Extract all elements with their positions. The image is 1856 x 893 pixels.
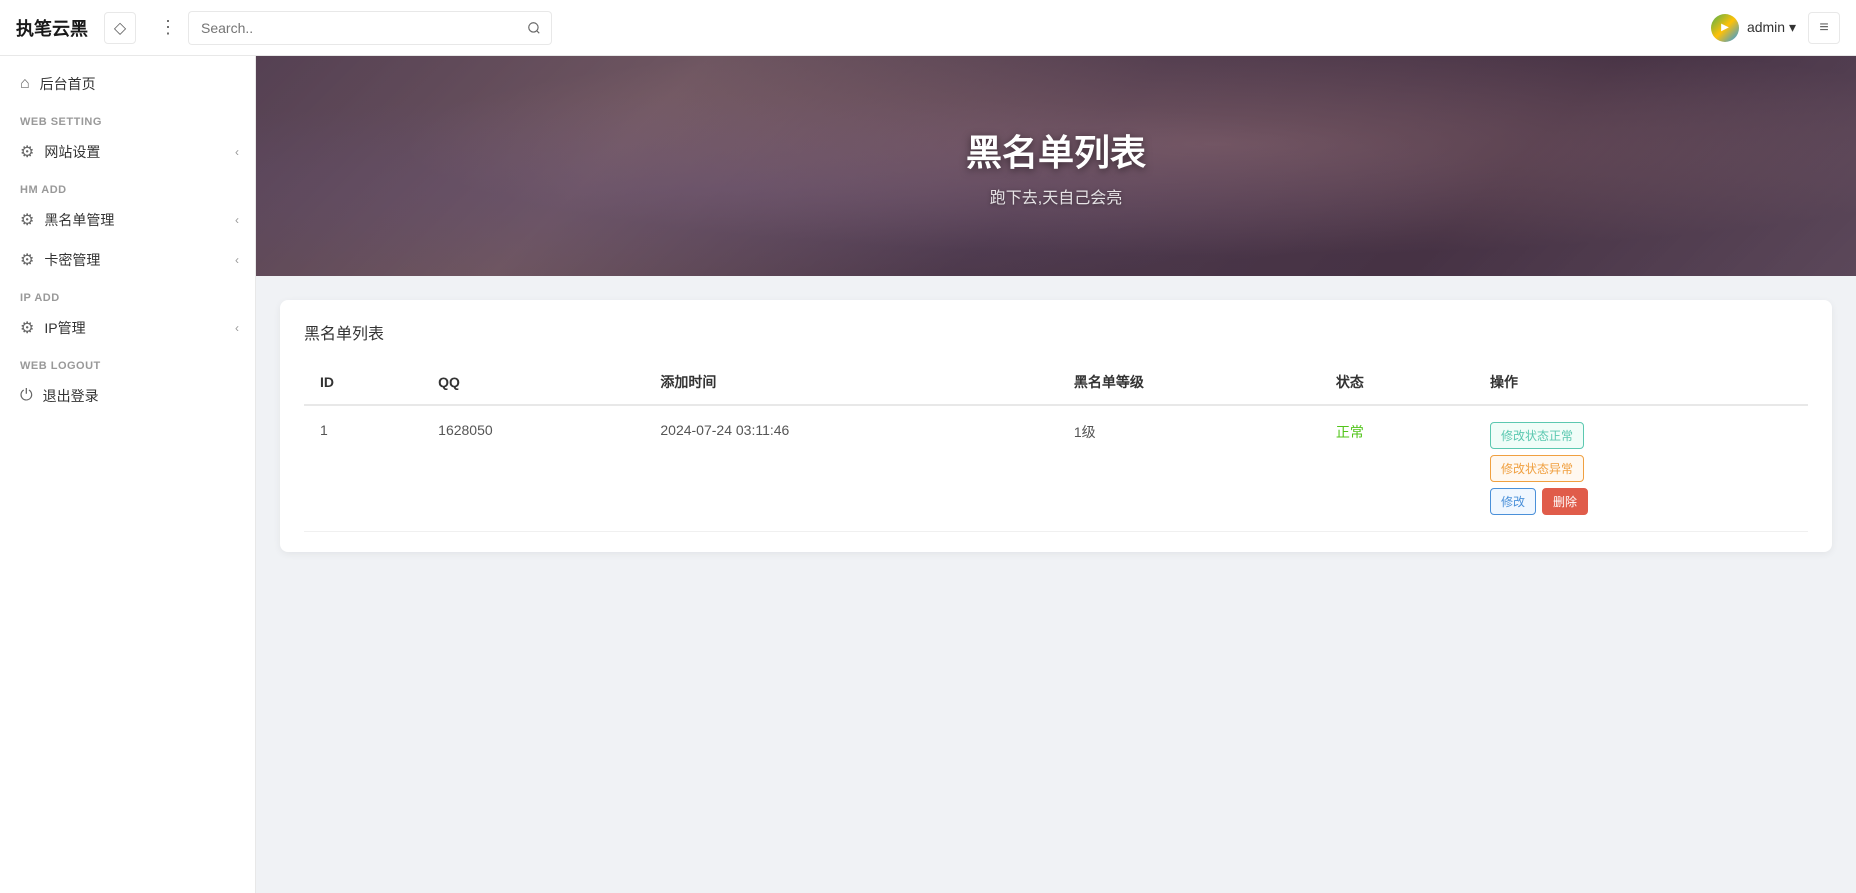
main-layout: ⌂ 后台首页 WEB SETTING ⚙ 网站设置 ‹ HM ADD ⚙ 黑名单… — [0, 56, 1856, 893]
app-logo: 执笔云黑 — [16, 15, 88, 41]
sidebar-item-ip-label: IP管理 — [44, 318, 85, 338]
sidebar-item-blacklist-label: 黑名单管理 — [44, 210, 114, 230]
avatar: ▶ — [1711, 14, 1739, 42]
sidebar-item-home[interactable]: ⌂ 后台首页 — [0, 64, 255, 104]
section-hm-add: HM ADD — [0, 172, 255, 200]
cell-id: 1 — [304, 405, 422, 532]
section-ip-add: IP ADD — [0, 280, 255, 308]
sidebar: ⌂ 后台首页 WEB SETTING ⚙ 网站设置 ‹ HM ADD ⚙ 黑名单… — [0, 56, 256, 893]
gear-icon-2: ⚙ — [20, 210, 34, 230]
search-input[interactable] — [188, 11, 516, 45]
blacklist-table-card: 黑名单列表 ID QQ 添加时间 黑名单等级 状态 操作 1 162805 — [280, 300, 1832, 552]
gear-icon-3: ⚙ — [20, 250, 34, 270]
section-web-logout: WEB LOGOUT — [0, 348, 255, 376]
search-icon — [527, 21, 541, 35]
btn-row-edit-delete: 修改 删除 — [1490, 488, 1792, 515]
btn-delete[interactable]: 删除 — [1542, 488, 1588, 515]
sidebar-item-website-settings-label: 网站设置 — [44, 142, 100, 162]
banner: 黑名单列表 跑下去,天自己会亮 — [256, 56, 1856, 276]
banner-subtitle: 跑下去,天自己会亮 — [990, 184, 1122, 208]
topbar-right: ▶ admin ▾ ≡ — [1711, 12, 1840, 44]
chevron-right-icon-1: ‹ — [235, 145, 239, 159]
blacklist-table: ID QQ 添加时间 黑名单等级 状态 操作 1 1628050 2024-07… — [304, 360, 1808, 532]
water-drop-button[interactable]: ◇ — [104, 12, 136, 44]
cell-level: 1级 — [1058, 405, 1320, 532]
cell-status: 正常 — [1320, 405, 1474, 532]
sidebar-item-home-label: 后台首页 — [40, 74, 96, 94]
col-level: 黑名单等级 — [1058, 360, 1320, 405]
sidebar-item-blacklist-manage[interactable]: ⚙ 黑名单管理 ‹ — [0, 200, 255, 240]
user-menu[interactable]: ▶ admin ▾ — [1711, 14, 1796, 42]
sidebar-item-ip-manage[interactable]: ⚙ IP管理 ‹ — [0, 308, 255, 348]
col-qq: QQ — [422, 360, 644, 405]
btn-set-normal[interactable]: 修改状态正常 — [1490, 422, 1584, 449]
col-add-time: 添加时间 — [644, 360, 1057, 405]
hamburger-button[interactable]: ≡ — [1808, 12, 1840, 44]
sidebar-item-logout-label: 退出登录 — [43, 386, 99, 406]
cell-qq: 1628050 — [422, 405, 644, 532]
search-button[interactable] — [516, 11, 552, 45]
topbar: 执笔云黑 ◇ ⋮ ▶ admin ▾ ≡ — [0, 0, 1856, 56]
content-area: 黑名单列表 跑下去,天自己会亮 黑名单列表 ID QQ 添加时间 黑名单等级 状… — [256, 56, 1856, 893]
col-action: 操作 — [1474, 360, 1808, 405]
cell-add-time: 2024-07-24 03:11:46 — [644, 405, 1057, 532]
table-card-title: 黑名单列表 — [304, 320, 1808, 344]
status-badge: 正常 — [1336, 424, 1364, 440]
sidebar-item-website-settings[interactable]: ⚙ 网站设置 ‹ — [0, 132, 255, 172]
more-options-button[interactable]: ⋮ — [152, 12, 184, 44]
chevron-right-icon-4: ‹ — [235, 321, 239, 335]
gear-icon-4: ⚙ — [20, 318, 34, 338]
btn-edit[interactable]: 修改 — [1490, 488, 1536, 515]
username-label: admin ▾ — [1747, 19, 1796, 36]
sidebar-item-cardkey-manage[interactable]: ⚙ 卡密管理 ‹ — [0, 240, 255, 280]
power-icon: ⏻ — [20, 387, 33, 405]
table-row: 1 1628050 2024-07-24 03:11:46 1级 正常 修改状态… — [304, 405, 1808, 532]
sidebar-item-logout[interactable]: ⏻ 退出登录 — [0, 376, 255, 416]
search-wrap: ⋮ — [152, 11, 552, 45]
sidebar-item-cardkey-label: 卡密管理 — [44, 250, 100, 270]
gear-icon-1: ⚙ — [20, 142, 34, 162]
home-icon: ⌂ — [20, 75, 30, 93]
section-web-setting: WEB SETTING — [0, 104, 255, 132]
banner-title: 黑名单列表 — [966, 124, 1146, 176]
chevron-right-icon-2: ‹ — [235, 213, 239, 227]
btn-set-abnormal[interactable]: 修改状态异常 — [1490, 455, 1584, 482]
col-status: 状态 — [1320, 360, 1474, 405]
col-id: ID — [304, 360, 422, 405]
action-btns: 修改状态正常 修改状态异常 修改 删除 — [1490, 422, 1792, 515]
cell-actions: 修改状态正常 修改状态异常 修改 删除 — [1474, 405, 1808, 532]
chevron-right-icon-3: ‹ — [235, 253, 239, 267]
